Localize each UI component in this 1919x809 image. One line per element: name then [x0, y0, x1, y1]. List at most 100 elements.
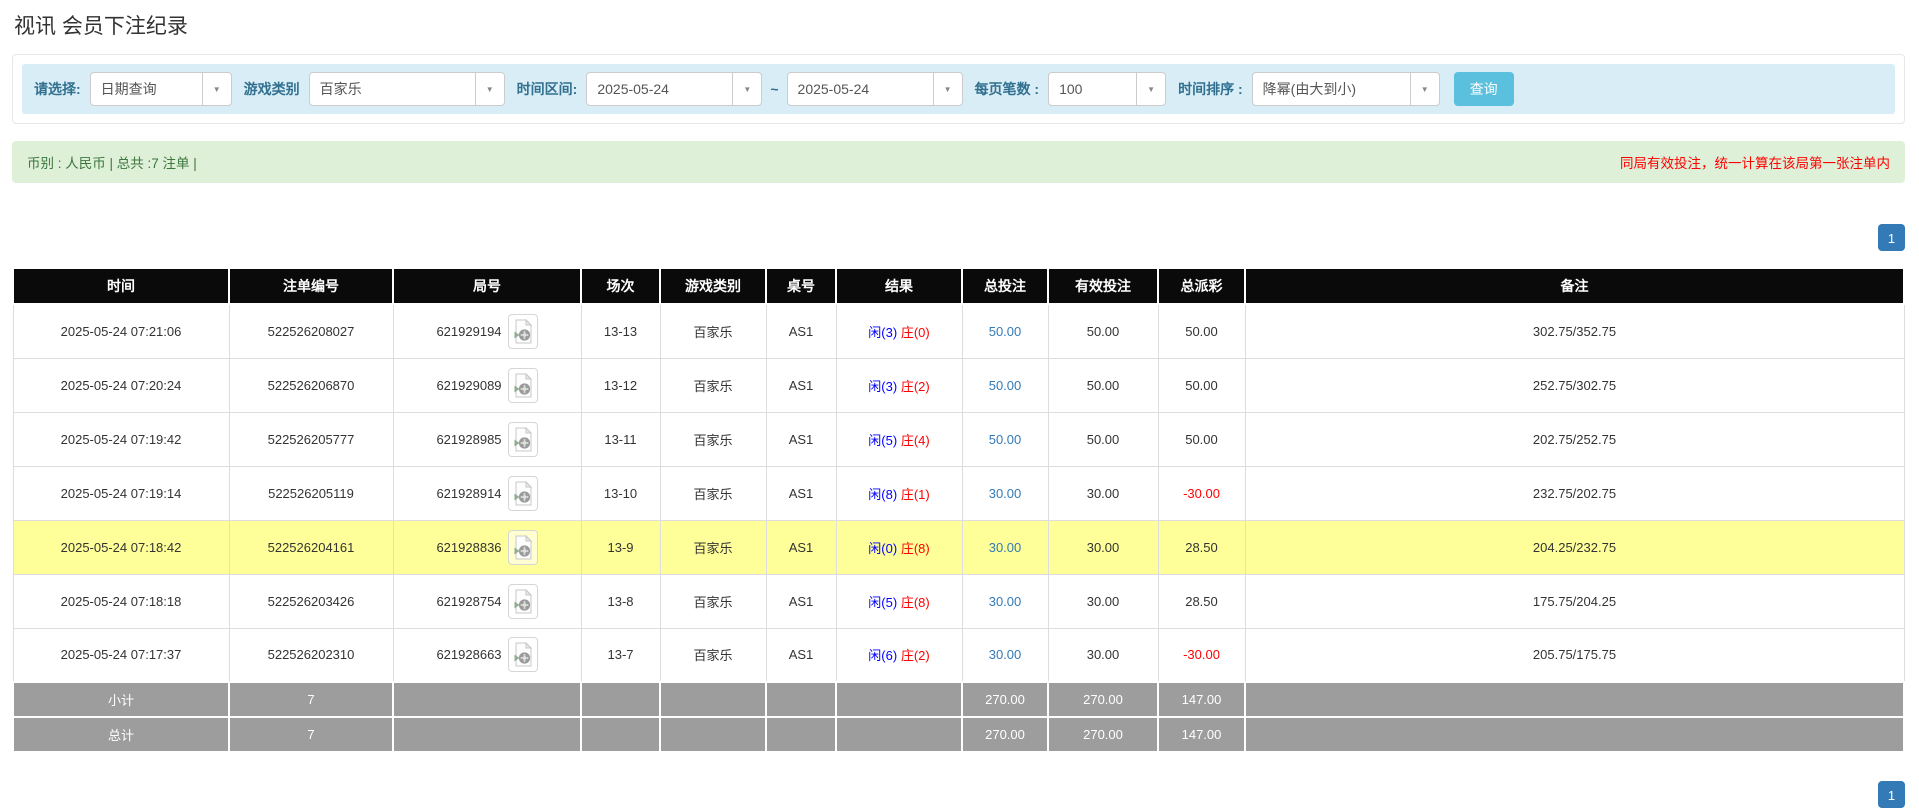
video-replay-button[interactable] [507, 367, 538, 403]
cell-payout: 28.50 [1157, 573, 1246, 629]
query-type-select[interactable]: 日期查询 ▼ [89, 72, 232, 106]
date-to-value: 2025-05-24 [797, 81, 870, 97]
cell-session: 13-13 [580, 303, 661, 359]
result-player: 闲(3) [868, 378, 898, 394]
table-row[interactable]: 2025-05-24 07:20:24 522526206870 6219290… [12, 357, 1905, 413]
date-to-select[interactable]: 2025-05-24 ▼ [786, 72, 963, 106]
round-id-text: 621928754 [436, 593, 502, 609]
cell-round-id: 621928914 [392, 465, 582, 521]
video-replay-button[interactable] [507, 313, 538, 349]
table-row[interactable]: 2025-05-24 07:19:14 522526205119 6219289… [12, 465, 1905, 521]
header-result: 结果 [835, 267, 963, 305]
cell-time: 2025-05-24 07:20:24 [12, 357, 230, 413]
cell-valid-bet: 50.00 [1047, 411, 1159, 467]
cell-payout: 28.50 [1157, 519, 1246, 575]
video-replay-button[interactable] [507, 529, 538, 565]
video-replay-button[interactable] [507, 637, 538, 673]
chevron-down-icon: ▼ [932, 73, 962, 105]
time-sort-select[interactable]: 降幂(由大到小) ▼ [1251, 72, 1440, 106]
cell-remark: 302.75/352.75 [1244, 303, 1905, 359]
round-id-text: 621928985 [436, 431, 502, 447]
cell-remark: 175.75/204.25 [1244, 573, 1905, 629]
table-row[interactable]: 2025-05-24 07:19:42 522526205777 6219289… [12, 411, 1905, 467]
pagination-page-1-button[interactable]: 1 [1878, 781, 1905, 808]
cell-time: 2025-05-24 07:19:42 [12, 411, 230, 467]
cell-game-type: 百家乐 [659, 465, 767, 521]
summary-currency-count: 币别 : 人民币 | 总共 :7 注单 | [27, 156, 197, 171]
header-round-id: 局号 [392, 267, 582, 305]
cell-table-no: AS1 [765, 357, 837, 413]
cell-payout: 50.00 [1157, 303, 1246, 359]
total-bet-link[interactable]: 30.00 [989, 594, 1022, 609]
page-size-select[interactable]: 100 ▼ [1048, 72, 1167, 106]
result-player: 闲(5) [868, 432, 898, 448]
cell-session: 13-7 [580, 627, 661, 683]
date-from-select[interactable]: 2025-05-24 ▼ [586, 72, 763, 106]
total-bet-link[interactable]: 30.00 [989, 486, 1022, 501]
chevron-down-icon: ▼ [1409, 73, 1439, 105]
cell-payout: -30.00 [1157, 465, 1246, 521]
result-banker: 庄(2) [900, 378, 930, 394]
video-file-icon [514, 372, 532, 397]
page-title: 视讯 会员下注纪录 [14, 15, 188, 38]
total-bet-link[interactable]: 50.00 [989, 432, 1022, 447]
cell-valid-bet: 30.00 [1047, 465, 1159, 521]
cell-total-bet: 50.00 [961, 411, 1049, 467]
table-footer: 小计 7 270.00 270.00 147.00 总计 7 270.00 27… [12, 681, 1905, 753]
cell-remark: 252.75/302.75 [1244, 357, 1905, 413]
summary-warning-note: 同局有效投注，统一计算在该局第一张注单内 [1620, 156, 1890, 171]
round-id-text: 621929089 [436, 377, 502, 393]
cell-total-bet: 30.00 [961, 465, 1049, 521]
header-bet-id: 注单编号 [228, 267, 394, 305]
table-row[interactable]: 2025-05-24 07:18:42 522526204161 6219288… [12, 519, 1905, 575]
video-file-icon [514, 426, 532, 451]
table-row[interactable]: 2025-05-24 07:21:06 522526208027 6219291… [12, 303, 1905, 359]
search-button[interactable]: 查询 [1453, 72, 1514, 106]
total-bet-link[interactable]: 30.00 [989, 647, 1022, 662]
cell-bet-id: 522526206870 [228, 357, 394, 413]
round-id-text: 621928663 [436, 647, 502, 663]
result-player: 闲(6) [868, 648, 898, 664]
cell-result: 闲(5) 庄(8) [835, 573, 963, 629]
video-replay-button[interactable] [507, 421, 538, 457]
cell-valid-bet: 50.00 [1047, 357, 1159, 413]
cell-total-bet: 50.00 [961, 357, 1049, 413]
subtotal-count: 7 [228, 681, 394, 718]
cell-total-bet: 50.00 [961, 303, 1049, 359]
cell-bet-id: 522526203426 [228, 573, 394, 629]
cell-time: 2025-05-24 07:18:18 [12, 573, 230, 629]
table-row[interactable]: 2025-05-24 07:18:18 522526203426 6219287… [12, 573, 1905, 629]
video-replay-button[interactable] [507, 583, 538, 619]
cell-game-type: 百家乐 [659, 411, 767, 467]
pagination-page-1-button[interactable]: 1 [1878, 224, 1905, 251]
video-file-icon [514, 318, 532, 344]
result-banker: 庄(2) [900, 648, 930, 664]
round-id-text: 621929194 [436, 323, 502, 339]
cell-payout: 50.00 [1157, 357, 1246, 413]
result-banker: 庄(4) [900, 432, 930, 448]
header-total-bet: 总投注 [961, 267, 1049, 305]
cell-time: 2025-05-24 07:21:06 [12, 303, 230, 359]
video-file-icon [514, 642, 532, 667]
game-type-select[interactable]: 百家乐 ▼ [308, 72, 505, 106]
total-count: 7 [228, 716, 394, 753]
cell-result: 闲(5) 庄(4) [835, 411, 963, 467]
cell-result: 闲(3) 庄(0) [835, 303, 963, 359]
total-bet-link[interactable]: 30.00 [989, 540, 1022, 555]
table-row[interactable]: 2025-05-24 07:17:37 522526202310 6219286… [12, 627, 1905, 683]
cell-table-no: AS1 [765, 303, 837, 359]
result-banker: 庄(8) [900, 540, 930, 556]
total-bet-link[interactable]: 50.00 [989, 378, 1022, 393]
subtotal-label: 小计 [12, 681, 230, 718]
result-player: 闲(8) [868, 486, 898, 502]
total-bet-link[interactable]: 50.00 [989, 324, 1022, 339]
date-from-value: 2025-05-24 [597, 81, 669, 97]
table-body: 2025-05-24 07:21:06 522526208027 6219291… [12, 303, 1905, 683]
query-type-value: 日期查询 [100, 81, 157, 97]
pagination-bottom: 1 [12, 781, 1905, 808]
cell-table-no: AS1 [765, 519, 837, 575]
video-replay-button[interactable] [507, 475, 538, 511]
cell-time: 2025-05-24 07:19:14 [12, 465, 230, 521]
cell-remark: 204.25/232.75 [1244, 519, 1905, 575]
round-id-text: 621928836 [436, 539, 502, 555]
